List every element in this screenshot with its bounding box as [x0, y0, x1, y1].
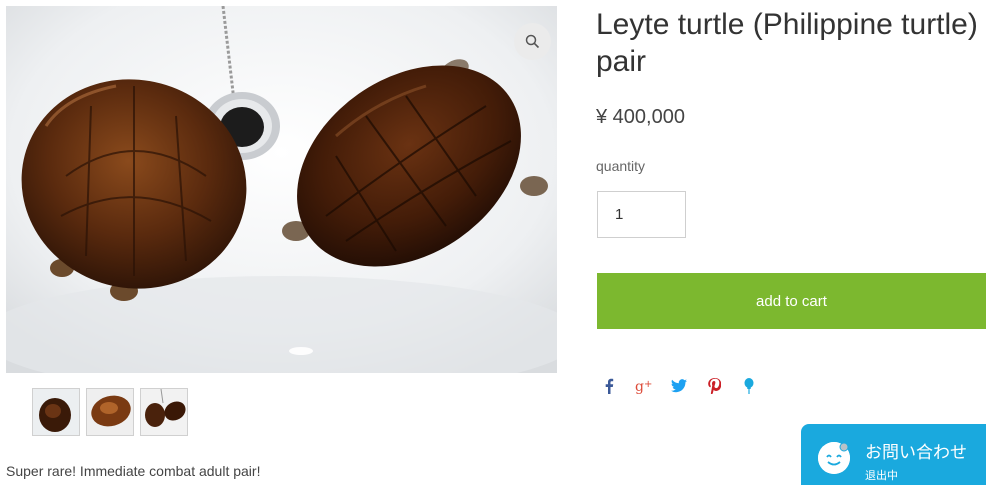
- share-bar: g +: [597, 375, 772, 397]
- thumbnail-1[interactable]: [32, 388, 80, 436]
- add-to-cart-button[interactable]: add to cart: [597, 273, 986, 329]
- thumbnail-3[interactable]: [140, 388, 188, 436]
- product-description: Super rare! Immediate combat adult pair!: [6, 463, 261, 479]
- facebook-icon[interactable]: [597, 375, 621, 397]
- thumbnail-strip: [32, 388, 188, 436]
- magnifier-icon: [525, 34, 540, 49]
- twitter-icon[interactable]: [667, 375, 691, 397]
- chat-widget[interactable]: お問い合わせ 退出中: [801, 424, 986, 485]
- google-plus-icon[interactable]: g +: [632, 375, 656, 397]
- pin-icon[interactable]: [737, 375, 761, 397]
- quantity-input[interactable]: [597, 191, 686, 238]
- chat-status: 退出中: [865, 469, 898, 482]
- svg-text:g: g: [635, 379, 644, 394]
- zoom-button[interactable]: [514, 23, 551, 60]
- quantity-label: quantity: [596, 158, 646, 174]
- thumbnail-2[interactable]: [86, 388, 134, 436]
- pinterest-icon[interactable]: [702, 375, 726, 397]
- product-title: Leyte turtle (Philippine turtle) pair: [596, 8, 978, 78]
- chat-title: お問い合わせ: [865, 443, 967, 463]
- product-main-image[interactable]: [6, 6, 557, 373]
- svg-text:+: +: [644, 379, 652, 390]
- chat-avatar-icon: [818, 442, 850, 474]
- product-price: ¥ 400,000: [596, 106, 685, 128]
